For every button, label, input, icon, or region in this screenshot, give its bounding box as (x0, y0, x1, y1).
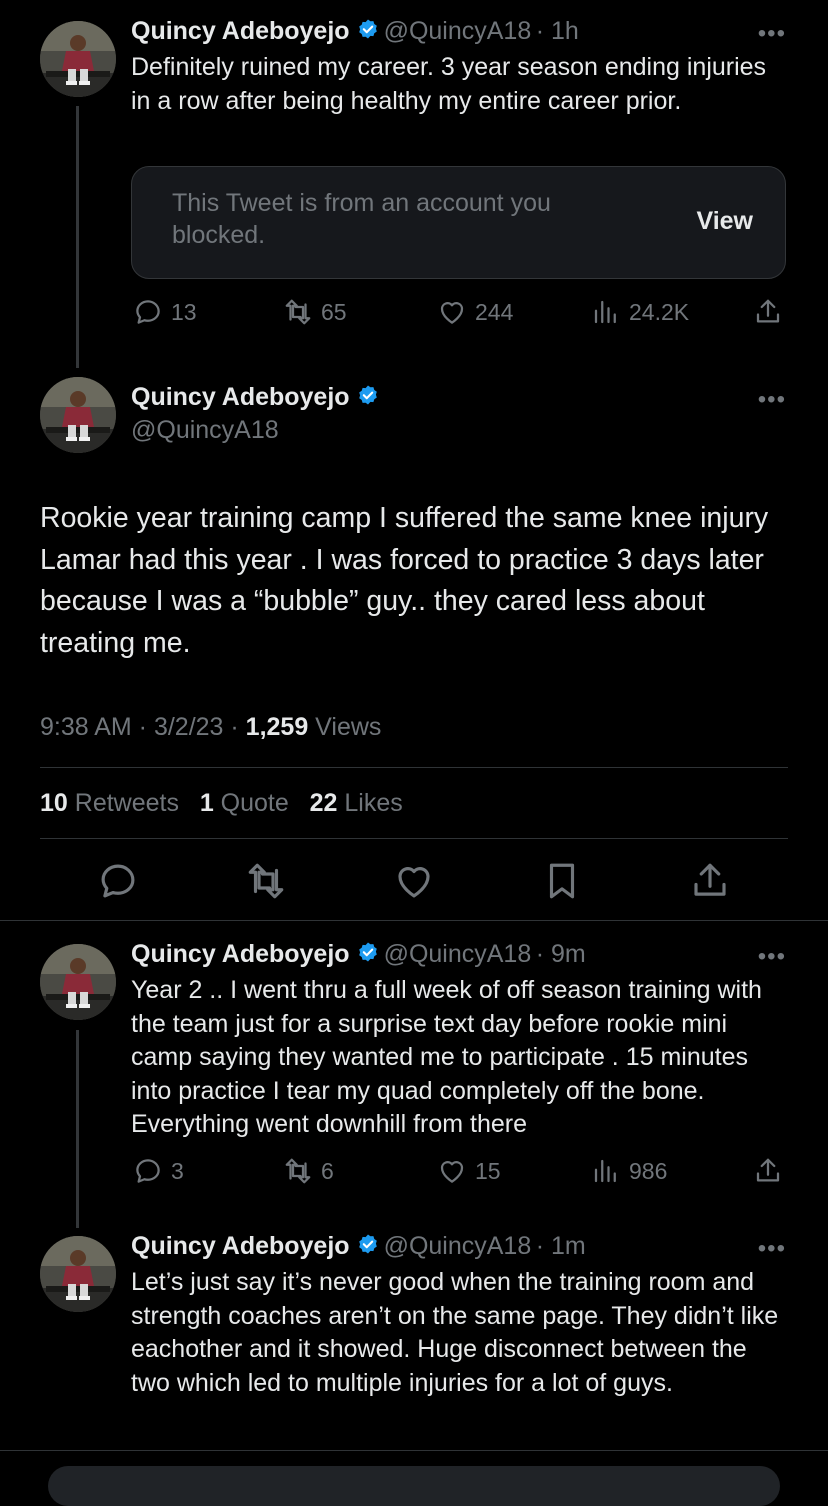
views-button[interactable]: 24.2K (591, 297, 689, 327)
tweet-time[interactable]: · 1h (536, 17, 579, 45)
views-button[interactable]: 986 (591, 1156, 667, 1186)
retweet-count: 65 (321, 298, 347, 325)
author-handle[interactable]: @QuincyA18 (384, 1232, 532, 1260)
divider (40, 767, 788, 768)
retweet-button[interactable] (245, 860, 287, 902)
tweet-header: Quincy Adeboyejo @QuincyA18 · 1m (131, 1232, 586, 1261)
reply-icon (133, 297, 163, 327)
tweet-header: Quincy Adeboyejo @QuincyA18 · 9m (131, 940, 586, 969)
tweet-meta: 9:38 AM · 3/2/23 · 1,259 Views (40, 713, 381, 742)
reply-button[interactable]: 13 (133, 297, 197, 327)
tweet-time[interactable]: · 1m (536, 1232, 586, 1260)
reply-icon (133, 1156, 163, 1186)
verified-badge-icon (356, 1233, 380, 1257)
share-icon (753, 1156, 783, 1186)
avatar[interactable] (40, 1236, 116, 1312)
author-name[interactable]: Quincy Adeboyejo (131, 1232, 350, 1260)
tweet-text: Let’s just say it’s never good when the … (131, 1268, 779, 1397)
reply-button[interactable] (97, 860, 139, 902)
main-tweet-text: Rookie year training camp I suffered the… (40, 502, 769, 659)
divider (0, 1450, 828, 1451)
share-icon (753, 297, 783, 327)
views-icon (591, 1156, 621, 1186)
divider (40, 838, 788, 839)
heart-icon (437, 297, 467, 327)
retweet-icon (283, 1156, 313, 1186)
divider (0, 920, 828, 921)
view-button[interactable]: View (696, 207, 753, 236)
reply-button[interactable]: 3 (133, 1156, 184, 1186)
tweet-timestamp[interactable]: 9:38 AM · 3/2/23 · (40, 713, 246, 741)
reply-composer[interactable] (48, 1466, 780, 1506)
author-handle[interactable]: @QuincyA18 (131, 416, 279, 445)
reply-icon (97, 860, 139, 902)
heart-icon (437, 1156, 467, 1186)
views-icon (591, 297, 621, 327)
share-button[interactable] (753, 1156, 783, 1186)
tweet-time[interactable]: · 9m (536, 940, 586, 968)
author-name[interactable]: Quincy Adeboyejo (131, 940, 350, 968)
heart-icon (393, 860, 435, 902)
author-name[interactable]: Quincy Adeboyejo (131, 383, 350, 411)
retweet-count: 6 (321, 1157, 334, 1184)
likes-stat[interactable]: 22 Likes (310, 789, 403, 817)
quotes-stat[interactable]: 1 Quote (200, 789, 289, 817)
more-options-icon[interactable]: ••• (758, 1235, 786, 1263)
tweet-header: Quincy Adeboyejo (131, 383, 384, 412)
avatar[interactable] (40, 944, 116, 1020)
share-button[interactable] (689, 860, 731, 902)
tweet-text: Year 2 .. I went thru a full week of off… (131, 976, 762, 1138)
retweet-icon (245, 860, 287, 902)
like-button[interactable]: 244 (437, 297, 513, 327)
like-button[interactable]: 15 (437, 1156, 501, 1186)
more-options-icon[interactable]: ••• (758, 386, 786, 414)
retweets-stat[interactable]: 10 Retweets (40, 789, 179, 817)
share-button[interactable] (753, 297, 783, 327)
thread-line (76, 1030, 79, 1228)
blocked-notice: This Tweet is from an account you blocke… (172, 189, 551, 249)
quoted-tweet-blocked: This Tweet is from an account you blocke… (131, 166, 786, 279)
thread-line (76, 106, 79, 368)
verified-badge-icon (356, 384, 380, 408)
views-count: 986 (629, 1157, 668, 1184)
verified-badge-icon (356, 18, 380, 42)
author-handle[interactable]: @QuincyA18 (384, 940, 532, 968)
more-options-icon[interactable]: ••• (758, 943, 786, 971)
like-count: 244 (475, 298, 514, 325)
bookmark-button[interactable] (541, 860, 583, 902)
like-button[interactable] (393, 860, 435, 902)
reply-count: 13 (171, 298, 197, 325)
tweet-header: Quincy Adeboyejo @QuincyA18 · 1h (131, 17, 579, 46)
retweet-icon (283, 297, 313, 327)
retweet-button[interactable]: 6 (283, 1156, 334, 1186)
retweet-button[interactable]: 65 (283, 297, 347, 327)
tweet-text: Definitely ruined my career. 3 year seas… (131, 53, 767, 115)
author-handle[interactable]: @QuincyA18 (384, 17, 532, 45)
more-options-icon[interactable]: ••• (758, 20, 786, 48)
bookmark-icon (541, 860, 583, 902)
like-count: 15 (475, 1157, 501, 1184)
verified-badge-icon (356, 941, 380, 965)
share-icon (689, 860, 731, 902)
views-label: Views (308, 713, 382, 741)
reply-count: 3 (171, 1157, 184, 1184)
engagement-stats: 10 Retweets 1 Quote 22 Likes (40, 789, 403, 818)
avatar[interactable] (40, 21, 116, 97)
views-count: 1,259 (245, 713, 309, 741)
views-count: 24.2K (629, 298, 690, 325)
author-name[interactable]: Quincy Adeboyejo (131, 17, 350, 45)
avatar[interactable] (40, 377, 116, 453)
